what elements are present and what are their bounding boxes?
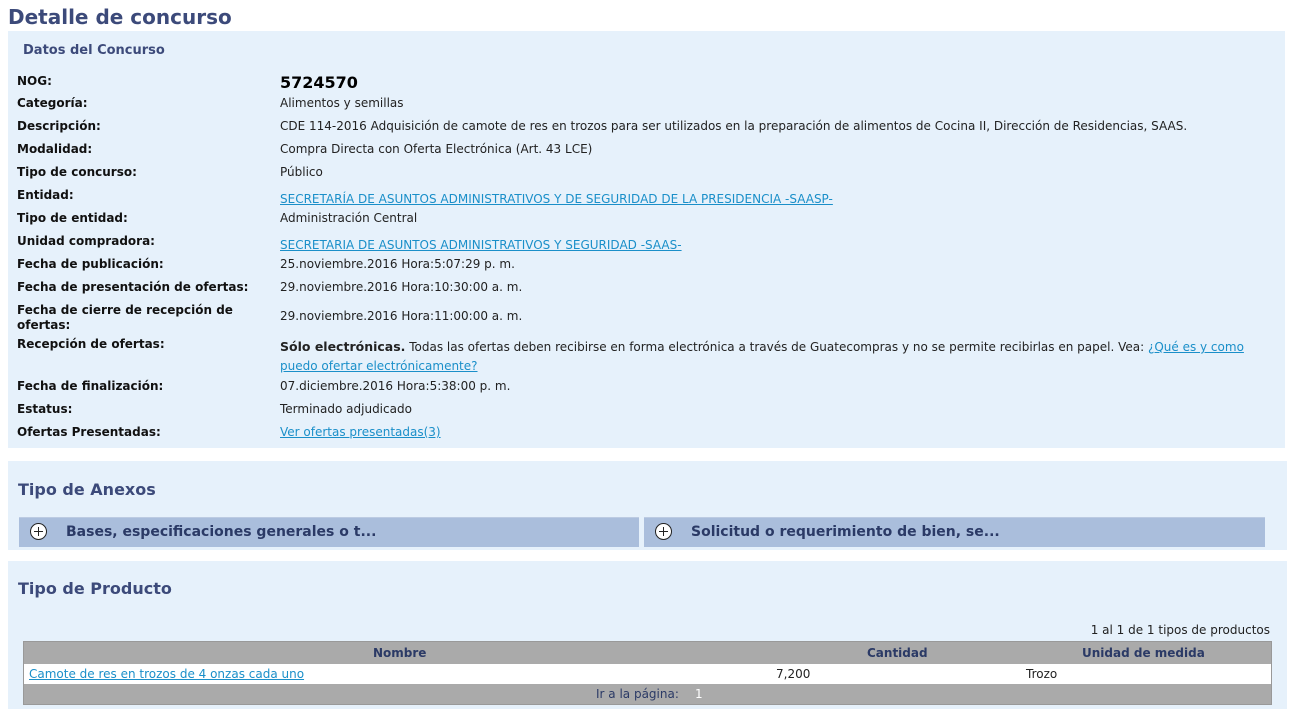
producto-unidad: Trozo [1026, 667, 1058, 681]
column-header-unidad: Unidad de medida [1082, 646, 1205, 660]
anexo-solicitud-label: Solicitud o requerimiento de bien, se... [691, 524, 1000, 540]
unidad-compradora-label: Unidad compradora: [17, 234, 155, 248]
fecha-cierre-label: Fecha de cierre de recepción de ofertas: [17, 303, 233, 332]
tipo-concurso-label: Tipo de concurso: [17, 165, 137, 179]
modalidad-label: Modalidad: [17, 142, 93, 156]
nog-value: 5724570 [280, 73, 358, 92]
recepcion-bold: Sólo electrónicas. [280, 339, 406, 354]
entidad-label: Entidad: [17, 188, 74, 202]
page-title: Detalle de concurso [8, 5, 232, 29]
expand-plus-icon[interactable] [30, 523, 47, 540]
fecha-cierre-value: 29.noviembre.2016 Hora:11:00:00 a. m. [280, 309, 523, 323]
anexo-bases-label: Bases, especificaciones generales o t... [66, 524, 377, 540]
tipo-concurso-value: Público [280, 165, 323, 179]
producto-cantidad: 7,200 [776, 667, 811, 681]
recepcion-label: Recepción de ofertas: [17, 337, 165, 351]
descripcion-label: Descripción: [17, 119, 101, 133]
fecha-finalizacion-label: Fecha de finalización: [17, 379, 164, 393]
datos-section-title: Datos del Concurso [23, 43, 165, 58]
table-pager: Ir a la página: 1 [24, 684, 1271, 704]
tipo-entidad-value: Administración Central [280, 211, 418, 225]
recepcion-text: Todas las ofertas deben recibirse en for… [405, 340, 1148, 354]
pager-page-number[interactable]: 1 [695, 687, 703, 701]
unidad-compradora-link[interactable]: SECRETARIA DE ASUNTOS ADMINISTRATIVOS Y … [280, 238, 682, 252]
descripcion-value: CDE 114-2016 Adquisición de camote de re… [280, 119, 1188, 133]
modalidad-value: Compra Directa con Oferta Electrónica (A… [280, 142, 593, 156]
fecha-presentacion-label: Fecha de presentación de ofertas: [17, 280, 249, 294]
column-header-nombre: Nombre [373, 646, 427, 660]
pager-label: Ir a la página: [596, 687, 679, 701]
anexos-title: Tipo de Anexos [18, 480, 156, 499]
categoria-label: Categoría: [17, 96, 88, 110]
fecha-publicacion-label: Fecha de publicación: [17, 257, 164, 271]
fecha-presentacion-value: 29.noviembre.2016 Hora:10:30:00 a. m. [280, 280, 523, 294]
tipo-entidad-label: Tipo de entidad: [17, 211, 128, 225]
product-count: 1 al 1 de 1 tipos de productos [1090, 623, 1270, 637]
estatus-value: Terminado adjudicado [280, 402, 412, 416]
anexos-panel: Tipo de Anexos Bases, especificaciones g… [8, 461, 1287, 550]
table-header: Nombre Cantidad Unidad de medida [24, 642, 1271, 664]
recepcion-value: Sólo electrónicas. Todas las ofertas deb… [280, 337, 1270, 376]
categoria-value: Alimentos y semillas [280, 96, 404, 110]
anexo-bases-accordion[interactable]: Bases, especificaciones generales o t... [19, 517, 639, 547]
entidad-link[interactable]: SECRETARÍA DE ASUNTOS ADMINISTRATIVOS Y … [280, 192, 833, 206]
datos-concurso-panel: Datos del Concurso NOG: 5724570 Categorí… [8, 31, 1285, 448]
producto-title: Tipo de Producto [18, 579, 172, 598]
productos-table: Nombre Cantidad Unidad de medida Camote … [23, 641, 1272, 705]
fecha-publicacion-value: 25.noviembre.2016 Hora:5:07:29 p. m. [280, 257, 515, 271]
table-row: Camote de res en trozos de 4 onzas cada … [24, 664, 1271, 684]
ver-ofertas-link[interactable]: Ver ofertas presentadas(3) [280, 425, 441, 439]
fecha-finalizacion-value: 07.diciembre.2016 Hora:5:38:00 p. m. [280, 379, 511, 393]
anexo-solicitud-accordion[interactable]: Solicitud o requerimiento de bien, se... [644, 517, 1265, 547]
ofertas-label: Ofertas Presentadas: [17, 425, 161, 439]
expand-plus-icon[interactable] [655, 523, 672, 540]
column-header-cantidad: Cantidad [867, 646, 928, 660]
producto-panel: Tipo de Producto 1 al 1 de 1 tipos de pr… [8, 561, 1287, 709]
estatus-label: Estatus: [17, 402, 73, 416]
producto-nombre-link[interactable]: Camote de res en trozos de 4 onzas cada … [29, 667, 304, 681]
nog-label: NOG: [17, 74, 52, 88]
